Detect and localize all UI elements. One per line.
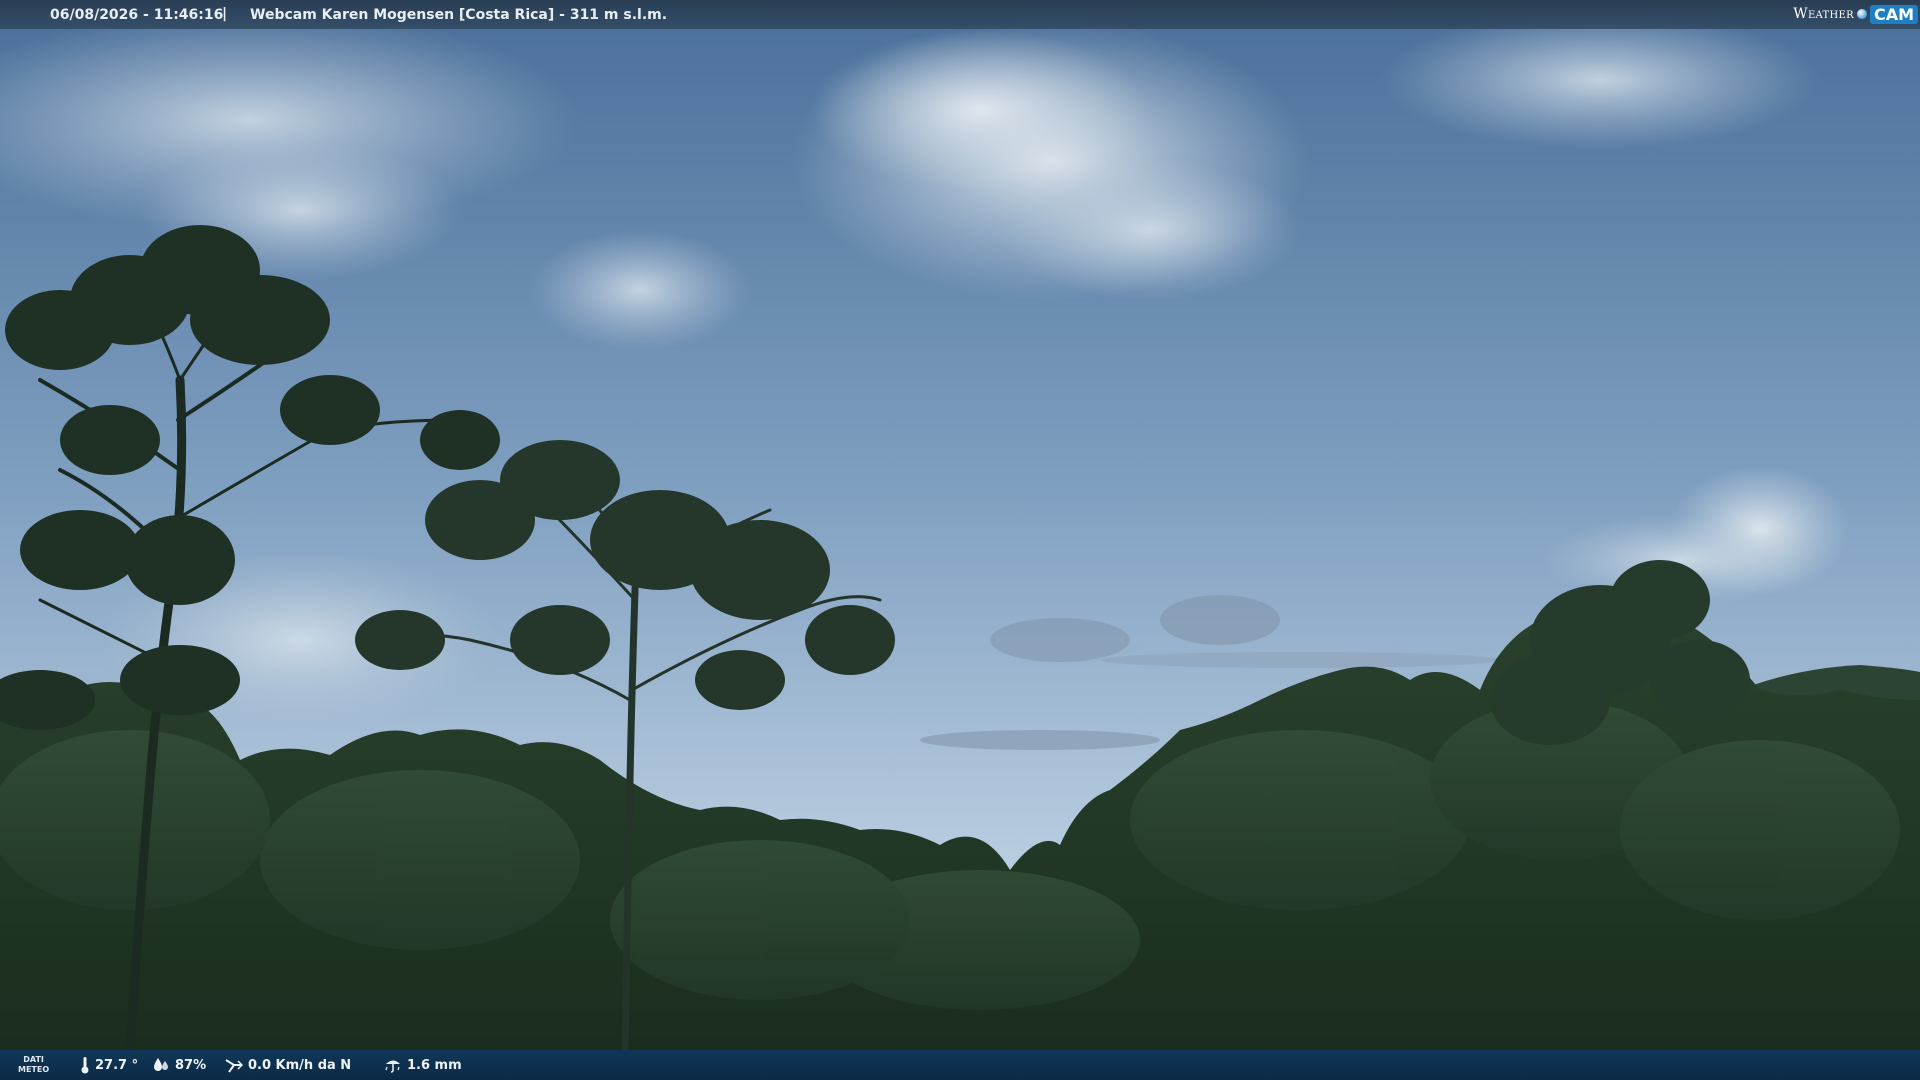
wind-icon — [225, 1057, 243, 1073]
humidity-value: 87% — [175, 1057, 207, 1073]
rain-icon — [384, 1057, 402, 1073]
weather-data-label-line1: DATI — [23, 1055, 44, 1064]
thermometer-icon — [80, 1056, 90, 1074]
logo-word-weather: Weather — [1793, 6, 1854, 22]
webcam-frame: 06/08/2026 - 11:46:16 | Webcam Karen Mog… — [0, 0, 1920, 1080]
temperature-value: 27.7 ° — [95, 1057, 139, 1073]
rain-reading: 1.6 mm — [384, 1050, 462, 1080]
webcam-image — [0, 0, 1920, 1080]
wind-value: 0.0 Km/h da N — [248, 1057, 352, 1073]
weather-data-label: DATI METEO — [18, 1055, 49, 1075]
humidity-drops-icon — [152, 1057, 170, 1073]
humidity-reading: 87% — [152, 1050, 206, 1080]
top-info-bar: 06/08/2026 - 11:46:16 | Webcam Karen Mog… — [0, 0, 1920, 29]
weather-data-label-line2: METEO — [18, 1065, 50, 1074]
weather-data-bar: DATI METEO 27.7 ° 87% 0.0 Km/h da N 1.6 … — [0, 1050, 1920, 1080]
wind-reading: 0.0 Km/h da N — [225, 1050, 351, 1080]
temperature-reading: 27.7 ° — [80, 1050, 138, 1080]
rain-value: 1.6 mm — [407, 1057, 462, 1073]
logo-word-cam: CAM — [1869, 4, 1918, 24]
webcam-title: Webcam Karen Mogensen [Costa Rica] - 311… — [250, 7, 668, 23]
weathercam-logo: Weather CAM — [1793, 3, 1918, 25]
logo-globe-icon — [1856, 9, 1867, 19]
separator: | — [222, 6, 228, 22]
capture-datetime: 06/08/2026 - 11:46:16 — [50, 7, 224, 23]
